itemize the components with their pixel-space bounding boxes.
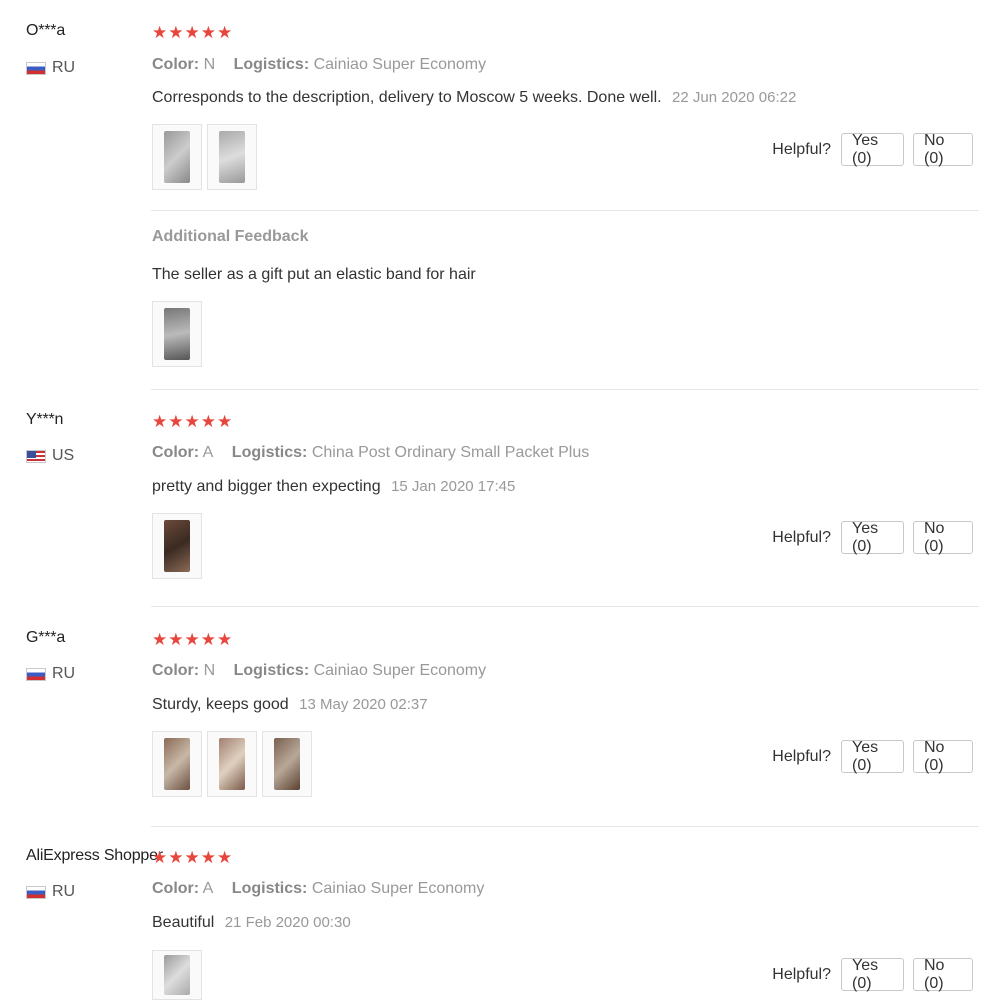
- ru-flag-icon: [26, 667, 46, 681]
- reviewer-country: RU: [26, 883, 75, 901]
- helpful-label: Helpful?: [772, 747, 831, 765]
- helpful-no-button[interactable]: No (0): [913, 957, 973, 992]
- country-code: RU: [52, 59, 76, 76]
- ru-flag-icon: [26, 885, 46, 899]
- country-code: US: [52, 447, 75, 464]
- review-body: Beautiful: [152, 914, 215, 931]
- review-text: pretty and bigger then expecting 15 Jan …: [152, 478, 515, 496]
- star-rating: ★★★★★: [152, 412, 234, 431]
- review-photos: [152, 124, 257, 190]
- color-label: Color:: [152, 880, 200, 897]
- color-label: Color:: [152, 662, 200, 679]
- helpful-label: Helpful?: [772, 140, 831, 158]
- reviewer-country: RU: [26, 665, 75, 683]
- logistics-label: Logistics:: [233, 662, 310, 679]
- color-value: N: [203, 56, 216, 73]
- reviewer-country: US: [26, 447, 74, 465]
- review-photo[interactable]: [207, 731, 257, 797]
- review-photo[interactable]: [207, 124, 257, 190]
- helpful-label: Helpful?: [772, 528, 831, 546]
- color-value: N: [203, 662, 216, 679]
- review-photo[interactable]: [152, 731, 202, 797]
- review-date: 15 Jan 2020 17:45: [391, 478, 516, 495]
- color-value: A: [202, 444, 214, 461]
- logistics-value: Cainiao Super Economy: [311, 880, 485, 897]
- reviewer-name: O***a: [26, 22, 66, 39]
- country-code: RU: [52, 883, 76, 900]
- helpful-yes-button[interactable]: Yes (0): [841, 520, 904, 555]
- logistics-value: Cainiao Super Economy: [313, 56, 487, 73]
- review-divider: [151, 389, 979, 390]
- helpful-vote: Helpful? Yes (0) No (0): [772, 957, 973, 992]
- review-text: Sturdy, keeps good 13 May 2020 02:37: [152, 696, 428, 714]
- logistics-label: Logistics:: [233, 56, 310, 73]
- color-value: A: [202, 880, 214, 897]
- review-meta: Color: A Logistics: China Post Ordinary …: [152, 444, 589, 462]
- review-date: 13 May 2020 02:37: [299, 696, 428, 713]
- additional-feedback-photos: [152, 301, 202, 367]
- additional-feedback-title: Additional Feedback: [152, 228, 309, 245]
- reviewer-country: RU: [26, 59, 75, 77]
- star-rating: ★★★★★: [152, 23, 234, 42]
- reviewer-name: G***a: [26, 629, 66, 646]
- divider: [151, 210, 979, 211]
- helpful-label: Helpful?: [772, 965, 831, 983]
- review-photo[interactable]: [152, 513, 202, 579]
- us-flag-icon: [26, 449, 46, 463]
- additional-feedback-text: The seller as a gift put an elastic band…: [152, 266, 476, 283]
- review-date: 21 Feb 2020 00:30: [224, 914, 351, 931]
- review-divider: [151, 826, 979, 827]
- country-code: RU: [52, 665, 76, 682]
- logistics-label: Logistics:: [231, 880, 308, 897]
- star-rating: ★★★★★: [152, 848, 234, 867]
- review-photos: [152, 950, 202, 1000]
- review-photo[interactable]: [152, 301, 202, 367]
- helpful-no-button[interactable]: No (0): [913, 520, 973, 555]
- review-meta: Color: A Logistics: Cainiao Super Econom…: [152, 880, 484, 898]
- ru-flag-icon: [26, 61, 46, 75]
- logistics-label: Logistics:: [231, 444, 308, 461]
- logistics-value: China Post Ordinary Small Packet Plus: [311, 444, 590, 461]
- color-label: Color:: [152, 56, 200, 73]
- review-date: 22 Jun 2020 06:22: [672, 89, 797, 106]
- star-rating: ★★★★★: [152, 630, 234, 649]
- review-body: Corresponds to the description, delivery…: [152, 89, 662, 106]
- review-body: Sturdy, keeps good: [152, 696, 289, 713]
- helpful-no-button[interactable]: No (0): [913, 739, 973, 774]
- reviewer-name: Y***n: [26, 411, 64, 428]
- helpful-yes-button[interactable]: Yes (0): [841, 739, 904, 774]
- logistics-value: Cainiao Super Economy: [313, 662, 487, 679]
- review-text: Corresponds to the description, delivery…: [152, 89, 796, 107]
- helpful-vote: Helpful? Yes (0) No (0): [772, 520, 973, 555]
- review-text: Beautiful 21 Feb 2020 00:30: [152, 914, 351, 932]
- helpful-yes-button[interactable]: Yes (0): [841, 132, 904, 167]
- helpful-vote: Helpful? Yes (0) No (0): [772, 739, 973, 774]
- color-label: Color:: [152, 444, 200, 461]
- review-divider: [151, 606, 979, 607]
- review-photos: [152, 513, 202, 579]
- helpful-yes-button[interactable]: Yes (0): [841, 957, 904, 992]
- review-body: pretty and bigger then expecting: [152, 478, 381, 495]
- helpful-no-button[interactable]: No (0): [913, 132, 973, 167]
- review-photos: [152, 731, 312, 797]
- review-photo[interactable]: [262, 731, 312, 797]
- reviewer-name: AliExpress Shopper: [26, 847, 163, 864]
- review-meta: Color: N Logistics: Cainiao Super Econom…: [152, 56, 486, 74]
- review-photo[interactable]: [152, 950, 202, 1000]
- review-meta: Color: N Logistics: Cainiao Super Econom…: [152, 662, 486, 680]
- helpful-vote: Helpful? Yes (0) No (0): [772, 132, 973, 167]
- review-photo[interactable]: [152, 124, 202, 190]
